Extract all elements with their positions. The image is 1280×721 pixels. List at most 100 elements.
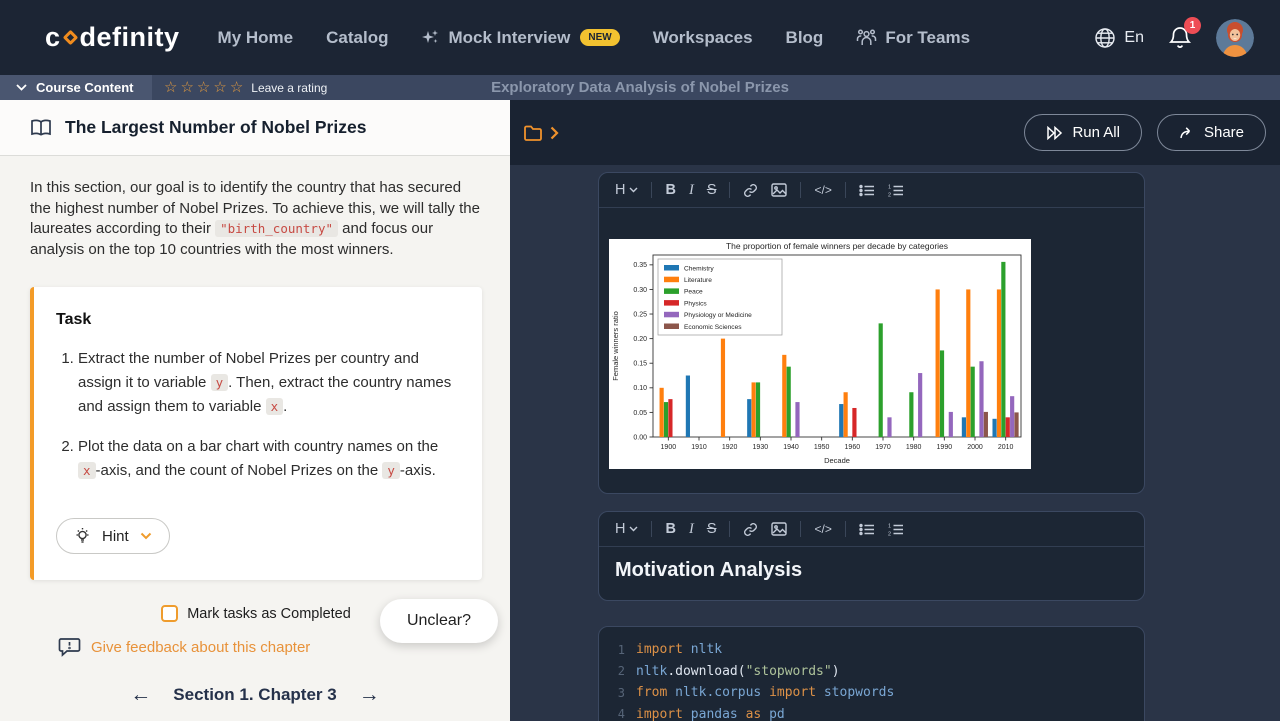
markdown-cell-heading: H B I S </> <box>598 511 1145 601</box>
svg-text:1950: 1950 <box>814 444 830 451</box>
lesson-title: The Largest Number of Nobel Prizes <box>65 117 366 138</box>
star-icon[interactable]: ☆ <box>164 80 177 95</box>
nav-item-catalog[interactable]: Catalog <box>326 28 388 48</box>
codefinity-logo[interactable]: c definity <box>45 22 180 53</box>
svg-text:0.10: 0.10 <box>633 385 647 392</box>
language-selector[interactable]: En <box>1094 27 1144 49</box>
book-icon <box>30 119 52 137</box>
code-button[interactable]: </> <box>814 183 831 197</box>
line-number: 3 <box>599 686 625 700</box>
heading-button[interactable]: H <box>615 521 638 537</box>
code-editor[interactable]: 1import nltk2nltk.download("stopwords")3… <box>598 626 1145 721</box>
task-card: Task Extract the number of Nobel Prizes … <box>30 287 482 580</box>
chevron-down-icon <box>140 532 152 540</box>
hint-button[interactable]: Hint <box>56 518 170 554</box>
star-icon[interactable]: ☆ <box>180 80 193 95</box>
notifications-button[interactable]: 1 <box>1168 25 1192 51</box>
markdown-heading-text[interactable]: Motivation Analysis <box>599 547 1144 600</box>
svg-text:2: 2 <box>888 531 891 536</box>
svg-text:0.35: 0.35 <box>633 262 647 269</box>
toolbar-divider <box>729 521 730 537</box>
nav-item-mock-interview[interactable]: Mock Interview NEW <box>421 28 619 48</box>
nav-item-my-home[interactable]: My Home <box>218 28 294 48</box>
logo-text-post: definity <box>80 22 180 53</box>
toolbar-divider <box>729 182 730 198</box>
svg-text:The proportion of female winne: The proportion of female winners per dec… <box>726 241 948 251</box>
svg-text:2: 2 <box>888 192 891 197</box>
nav-item-workspaces[interactable]: Workspaces <box>653 28 753 48</box>
user-avatar[interactable] <box>1216 19 1254 57</box>
leave-rating-label[interactable]: Leave a rating <box>251 81 327 95</box>
toolbar-divider <box>651 521 652 537</box>
share-button[interactable]: Share <box>1157 114 1266 151</box>
svg-text:1990: 1990 <box>937 444 953 451</box>
course-content-toggle[interactable]: Course Content <box>0 75 152 100</box>
svg-text:1970: 1970 <box>875 444 891 451</box>
bullet-list-button[interactable] <box>859 184 875 197</box>
svg-text:0.15: 0.15 <box>633 361 647 368</box>
code-button[interactable]: </> <box>814 522 831 536</box>
numbered-list-button[interactable]: 12 <box>888 184 904 197</box>
bold-button[interactable]: B <box>665 182 675 198</box>
svg-text:Literature: Literature <box>684 277 712 284</box>
code-line[interactable]: 2nltk.download("stopwords") <box>599 661 1144 683</box>
star-icon[interactable]: ☆ <box>230 80 243 95</box>
folder-icon[interactable] <box>523 124 543 142</box>
svg-text:Physiology or Medicine: Physiology or Medicine <box>684 312 752 319</box>
star-icon[interactable]: ☆ <box>197 80 210 95</box>
prev-chapter-arrow[interactable]: ← <box>130 683 151 707</box>
inline-code: x <box>266 398 284 415</box>
code-line[interactable]: 4import pandas as pd <box>599 704 1144 721</box>
image-button[interactable] <box>771 522 787 536</box>
lesson-header: The Largest Number of Nobel Prizes <box>0 100 510 156</box>
image-button[interactable] <box>771 183 787 197</box>
svg-text:1980: 1980 <box>906 444 922 451</box>
svg-text:0.00: 0.00 <box>633 434 647 441</box>
logo-diamond-icon <box>62 30 78 46</box>
inline-code: x <box>78 462 96 479</box>
svg-text:1: 1 <box>888 184 891 190</box>
link-button[interactable] <box>743 183 758 198</box>
heading-button[interactable]: H <box>615 182 638 198</box>
code-line[interactable]: 1import nltk <box>599 639 1144 661</box>
toolbar-divider <box>800 182 801 198</box>
next-chapter-arrow[interactable]: → <box>359 683 380 707</box>
svg-text:Decade: Decade <box>824 456 850 465</box>
code-line[interactable]: 3from nltk.corpus import stopwords <box>599 682 1144 704</box>
link-button[interactable] <box>743 522 758 537</box>
svg-text:1930: 1930 <box>753 444 769 451</box>
notebook-panel: Run All Share H B <box>510 100 1280 721</box>
hint-label: Hint <box>102 528 129 545</box>
markdown-cell-chart: H B I S </> <box>598 172 1145 494</box>
notebook-scroll-area[interactable]: H B I S </> <box>510 165 1280 721</box>
svg-text:Physics: Physics <box>684 300 707 307</box>
nav-item-for-teams[interactable]: For Teams <box>856 28 970 48</box>
run-all-button[interactable]: Run All <box>1024 114 1142 151</box>
numbered-list-button[interactable]: 12 <box>888 523 904 536</box>
svg-text:0.05: 0.05 <box>633 410 647 417</box>
bullet-list-button[interactable] <box>859 523 875 536</box>
nav-item-blog[interactable]: Blog <box>786 28 824 48</box>
bold-button[interactable]: B <box>665 521 675 537</box>
italic-button[interactable]: I <box>689 182 694 199</box>
task-heading: Task <box>56 311 462 329</box>
new-badge: NEW <box>580 29 619 46</box>
section-navigation: ← Section 1. Chapter 3 → <box>0 683 510 707</box>
bulb-icon <box>74 527 91 545</box>
language-label: En <box>1124 29 1144 47</box>
toolbar-divider <box>845 182 846 198</box>
svg-text:2010: 2010 <box>998 444 1014 451</box>
star-icon[interactable]: ☆ <box>213 80 226 95</box>
inline-code: y <box>211 374 229 391</box>
logo-text-pre: c <box>45 22 61 53</box>
italic-button[interactable]: I <box>689 521 694 538</box>
strikethrough-button[interactable]: S <box>707 521 717 537</box>
strikethrough-button[interactable]: S <box>707 182 717 198</box>
mark-completed-checkbox[interactable] <box>161 605 178 622</box>
section-chapter-label: Section 1. Chapter 3 <box>173 685 336 705</box>
svg-text:Economic Sciences: Economic Sciences <box>684 324 742 331</box>
rating-stars: ☆☆☆☆☆ <box>164 80 243 95</box>
mark-completed-label: Mark tasks as Completed <box>187 606 351 622</box>
chevron-right-icon[interactable] <box>550 126 559 140</box>
unclear-button[interactable]: Unclear? <box>380 599 498 643</box>
